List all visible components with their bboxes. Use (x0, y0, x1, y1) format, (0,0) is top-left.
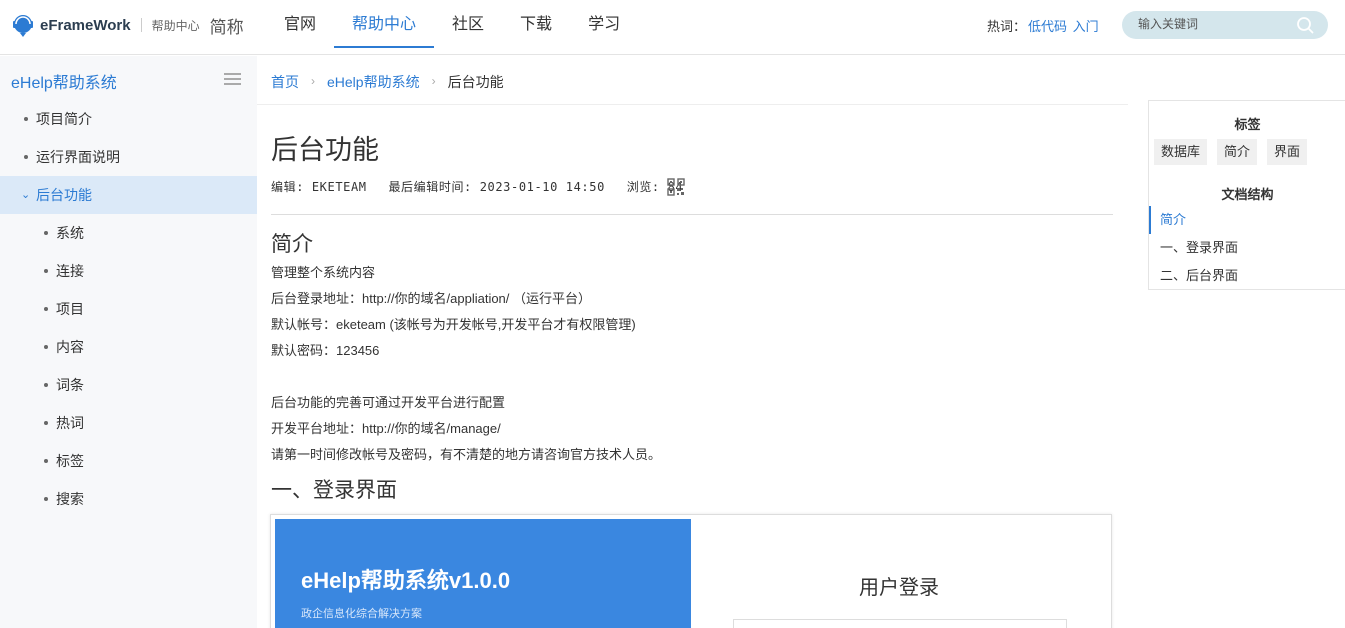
tag-interface[interactable]: 界面 (1267, 139, 1308, 165)
sidebar-item-system[interactable]: 系统 (0, 214, 257, 252)
toc-item-intro[interactable]: 简介 (1149, 206, 1345, 234)
intro-paragraph-1: 管理整个系统内容 后台登录地址：http://你的域名/appliation/ … (271, 260, 636, 364)
brand-name: eFrameWork (40, 16, 131, 34)
text-line: 开发平台地址：http://你的域名/manage/ (271, 421, 501, 436)
page-title: 后台功能 (271, 135, 379, 165)
bullet-icon (44, 345, 48, 349)
nav-community[interactable]: 社区 (434, 0, 502, 48)
text-line: 管理整个系统内容 (271, 265, 376, 280)
login-form-title: 用户登录 (859, 577, 939, 599)
qr-code-icon[interactable] (667, 178, 685, 196)
text-line: 后台登录地址：http://你的域名/appliation/ （运行平台） (271, 291, 592, 306)
sidebar-item-label: 内容 (56, 339, 84, 355)
brand-subtitle: 帮助中心 (151, 18, 200, 33)
brand-short: 简称 (209, 17, 244, 37)
nav-learn[interactable]: 学习 (570, 0, 638, 48)
article-updated: 最后编辑时间: 2023-01-10 14:50 (388, 180, 605, 194)
login-username-field (733, 619, 1067, 628)
search-box (1122, 11, 1328, 39)
right-panel: 标签 数据库 简介 界面 文档结构 简介 一、登录界面 二、后台界面 (1148, 100, 1345, 290)
brand-divider (140, 18, 142, 32)
bullet-icon (24, 117, 28, 121)
breadcrumb-home[interactable]: 首页 (271, 72, 299, 92)
bullet-icon (44, 307, 48, 311)
tag-intro[interactable]: 简介 (1217, 139, 1258, 165)
login-banner: eHelp帮助系统v1.0.0 政企信息化综合解决方案 (275, 519, 691, 628)
hot-words-label: 热词： (987, 19, 1027, 34)
bullet-icon (44, 231, 48, 235)
sidebar-item-label: 运行界面说明 (36, 149, 120, 165)
article-meta: 编辑: EKETEAM 最后编辑时间: 2023-01-10 14:50 浏览:… (271, 178, 697, 195)
sidebar-item-label: 系统 (56, 225, 84, 241)
nav-download[interactable]: 下载 (502, 0, 570, 48)
tags-title: 标签 (1234, 117, 1261, 132)
bullet-icon (44, 421, 48, 425)
breadcrumb-ehelp[interactable]: eHelp帮助系统 (327, 72, 420, 92)
bullet-icon (44, 383, 48, 387)
top-header: eFrameWork 帮助中心 简称 官网 帮助中心 社区 下载 学习 热词：低… (0, 0, 1345, 55)
sidebar-item-label: 词条 (56, 377, 84, 393)
chevron-down-icon: ⌄ (21, 189, 31, 201)
text-line: 请第一时间修改帐号及密码，有不清楚的地方请咨询官方技术人员。 (271, 447, 662, 462)
tag-database[interactable]: 数据库 (1154, 139, 1208, 165)
bullet-icon (44, 459, 48, 463)
sidebar-item-label: 连接 (56, 263, 84, 279)
search-icon[interactable] (1296, 16, 1314, 34)
bullet-icon (44, 497, 48, 501)
toc-item-login[interactable]: 一、登录界面 (1149, 234, 1345, 262)
toc-title: 文档结构 (1221, 187, 1274, 202)
article-editor: 编辑: EKETEAM (271, 180, 367, 194)
hot-word-getting-started[interactable]: 入门 (1073, 19, 1099, 34)
search-input[interactable] (1138, 17, 1288, 31)
hamburger-menu-icon[interactable] (224, 73, 241, 86)
sidebar-item-label: 项目 (56, 301, 84, 317)
bullet-icon (24, 155, 28, 159)
section-title-intro: 简介 (271, 233, 313, 256)
logo-icon (13, 15, 33, 37)
text-line: 默认帐号：eketeam (该帐号为开发帐号,开发平台才有权限管理) (271, 317, 636, 332)
sidebar-item-runtime-ui[interactable]: 运行界面说明 (0, 138, 257, 176)
login-banner-title: eHelp帮助系统v1.0.0 (301, 568, 511, 593)
sidebar-item-label: 标签 (56, 453, 84, 469)
nav-help-center[interactable]: 帮助中心 (334, 0, 435, 48)
text-line: 默认密码：123456 (271, 343, 380, 358)
sidebar-item-label: 热词 (56, 415, 84, 431)
hot-word-low-code[interactable]: 低代码 (1028, 19, 1067, 34)
breadcrumb-current: 后台功能 (447, 74, 504, 90)
logo[interactable]: eFrameWork 帮助中心 简称 (10, 12, 244, 38)
intro-paragraph-2: 后台功能的完善可通过开发平台进行配置 开发平台地址：http://你的域名/ma… (271, 390, 661, 468)
sidebar-item-label: 后台功能 (36, 187, 92, 203)
sidebar-item-project[interactable]: 项目 (0, 290, 257, 328)
sidebar-item-content[interactable]: 内容 (0, 328, 257, 366)
sidebar-title[interactable]: eHelp帮助系统 (11, 69, 117, 93)
article-divider (271, 214, 1113, 215)
login-screenshot-image: eHelp帮助系统v1.0.0 政企信息化综合解决方案 用户登录 (270, 514, 1112, 628)
sidebar-item-project-intro[interactable]: 项目简介 (0, 100, 257, 138)
main-nav: 官网 帮助中心 社区 下载 学习 (266, 0, 638, 48)
chevron-right-icon: › (311, 74, 315, 88)
login-banner-subtitle: 政企信息化综合解决方案 (301, 608, 422, 620)
text-line: 后台功能的完善可通过开发平台进行配置 (271, 395, 506, 410)
sidebar: eHelp帮助系统 项目简介 运行界面说明 ⌄ 后台功能 系统 连接 项目 内容 … (0, 56, 257, 628)
sidebar-item-tags[interactable]: 标签 (0, 442, 257, 480)
sidebar-item-search[interactable]: 搜索 (0, 480, 257, 518)
hot-words: 热词： 低代码 入门 (987, 16, 1099, 35)
tag-list: 数据库 简介 界面 (1154, 139, 1317, 165)
sidebar-item-label: 项目简介 (36, 111, 92, 127)
nav-official-site[interactable]: 官网 (266, 0, 334, 48)
sidebar-item-label: 搜索 (56, 491, 84, 507)
bullet-icon (44, 269, 48, 273)
table-of-contents: 简介 一、登录界面 二、后台界面 (1149, 206, 1345, 290)
breadcrumb-divider (257, 104, 1128, 105)
sidebar-item-backend-features[interactable]: ⌄ 后台功能 (0, 176, 257, 214)
toc-item-backend[interactable]: 二、后台界面 (1149, 262, 1345, 290)
section-title-login: 一、登录界面 (271, 479, 397, 502)
sidebar-item-connection[interactable]: 连接 (0, 252, 257, 290)
breadcrumb: 首页 › eHelp帮助系统 › 后台功能 (271, 72, 504, 92)
sidebar-list: 项目简介 运行界面说明 ⌄ 后台功能 系统 连接 项目 内容 词条 热词 标签 搜… (0, 100, 257, 518)
chevron-right-icon: › (431, 74, 436, 88)
sidebar-item-entries[interactable]: 词条 (0, 366, 257, 404)
sidebar-item-hot-words[interactable]: 热词 (0, 404, 257, 442)
